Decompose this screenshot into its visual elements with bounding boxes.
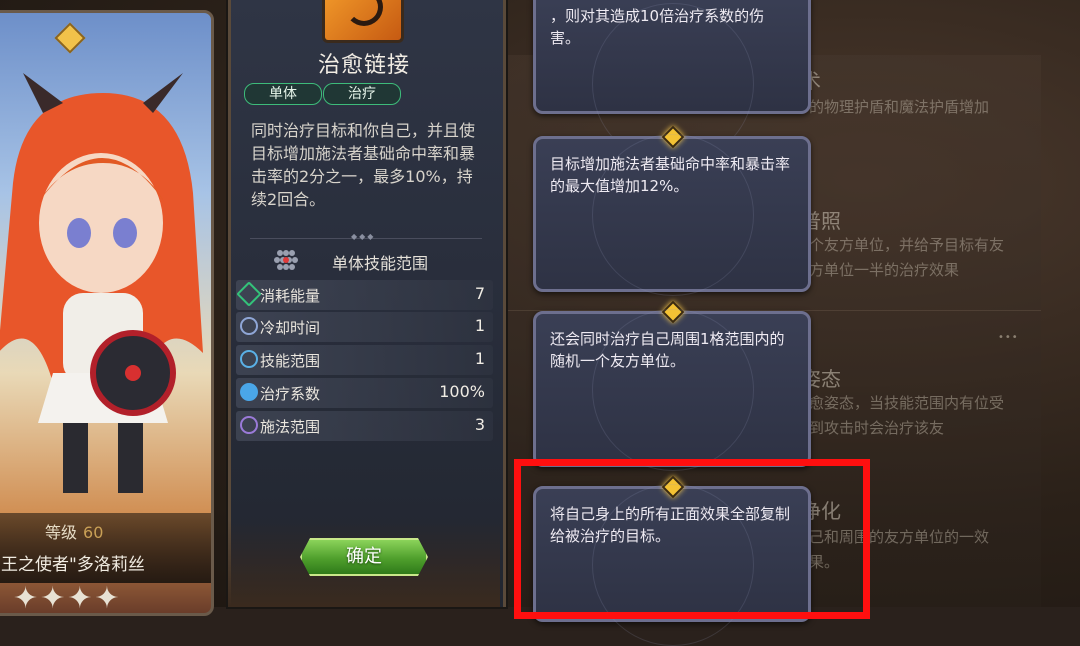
cooldown-icon [240, 317, 258, 335]
stat-row-range: 技能范围 1 [236, 345, 493, 375]
confirm-button[interactable]: 确定 [300, 538, 428, 576]
character-name: 王之使者"多洛莉丝 [1, 555, 145, 575]
upgrade-text: 目标增加施法者基础命中率和暴击率的最大值增加12%。 [550, 155, 791, 195]
skill-icon [322, 0, 404, 43]
stat-value: 7 [474, 284, 485, 303]
skill-range-label: 单体技能范围 [332, 254, 429, 273]
stat-value: 1 [474, 349, 485, 368]
card-gem-icon [54, 22, 86, 54]
character-card[interactable]: 等级 60 王之使者"多洛莉丝 ✦✦✦✦ [0, 10, 214, 616]
upgrade-text: ，则对其造成10倍治疗系数的伤害。 [550, 7, 765, 47]
character-level: 等级 60 [45, 523, 104, 542]
bg-dots: ••• [998, 332, 1019, 343]
stat-value: 1 [474, 316, 485, 335]
stat-label: 治疗系数 [260, 385, 321, 403]
stat-row-energy: 消耗能量 7 [236, 280, 493, 310]
bg-skill-text-1: 的物理护盾和魔法护盾增加 [809, 98, 990, 116]
stat-value: 3 [474, 415, 485, 434]
divider-dots: ◆◆◆ [351, 232, 376, 241]
stat-value: 100% [439, 382, 485, 401]
upgrade-text: 还会同时治疗自己周围1格范围内的随机一个友方单位。 [550, 330, 785, 370]
upgrade-card-2[interactable]: 目标增加施法者基础命中率和暴击率的最大值增加12%。 [533, 125, 811, 296]
tag-heal: 治疗 [323, 83, 401, 105]
stat-label: 技能范围 [260, 352, 321, 370]
stat-row-cooldown: 冷却时间 1 [236, 312, 493, 342]
range-grid-icon [274, 250, 298, 270]
stat-label: 冷却时间 [260, 319, 321, 337]
range-icon [240, 350, 258, 368]
bg-skill-text-2: 个友方单位，并给予目标有友方单位一半的治疗效果 [809, 236, 1005, 279]
upgrade-card-1[interactable]: ，则对其造成10倍治疗系数的伤害。 [533, 0, 811, 165]
skill-description: 同时治疗目标和你自己，并且使目标增加施法者基础命中率和暴击率的2分之一，最多10… [251, 121, 476, 209]
bg-skill-text-3: 愈姿态，当技能范围内有位受到攻击时会治疗该友 [809, 394, 1005, 437]
cast-range-icon [240, 416, 258, 434]
stat-row-heal-coefficient: 治疗系数 100% [236, 378, 493, 408]
stat-label: 施法范围 [260, 418, 321, 436]
selection-highlight [514, 459, 870, 619]
star-rating: ✦✦✦✦ [13, 581, 122, 616]
stat-label: 消耗能量 [260, 287, 321, 305]
tag-single: 单体 [244, 83, 322, 105]
skill-title: 治愈链接 [317, 53, 410, 78]
diamond-icon [236, 281, 262, 307]
stat-row-cast-range: 施法范围 3 [236, 411, 493, 441]
heal-icon [240, 383, 258, 401]
upgrade-card-3[interactable]: 还会同时治疗自己周围1格范围内的随机一个友方单位。 [533, 300, 811, 471]
character-portrait [0, 73, 203, 493]
